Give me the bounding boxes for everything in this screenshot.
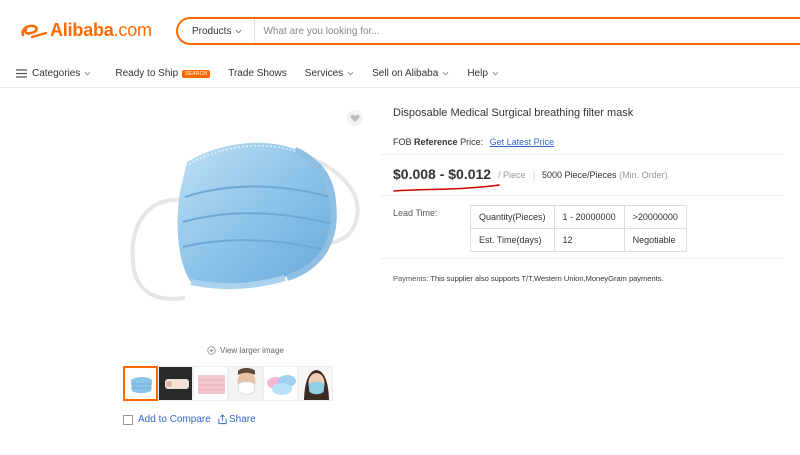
search-input[interactable] xyxy=(255,19,800,43)
nav-ready-to-ship-label: Ready to Ship xyxy=(115,68,179,79)
mask-roll-thumb xyxy=(159,367,192,400)
add-to-compare[interactable]: Add to Compare xyxy=(123,414,211,425)
payments-info: Payments: This supplier also supports T/… xyxy=(393,274,664,283)
compare-checkbox[interactable] xyxy=(123,414,133,425)
product-main-image[interactable] xyxy=(125,102,368,340)
compare-label: Add to Compare xyxy=(138,414,211,425)
fob-reference-price: FOB Reference Price: Get Latest Price xyxy=(393,137,555,147)
mask-pink-thumb xyxy=(194,367,227,400)
nav-ready-to-ship[interactable]: Ready to Ship SEARCH xyxy=(115,68,211,79)
search-category-label: Products xyxy=(192,25,232,37)
menu-icon xyxy=(16,69,27,78)
chevron-down-icon xyxy=(84,71,91,76)
get-latest-price-link[interactable]: Get Latest Price xyxy=(490,137,555,147)
chevron-down-icon xyxy=(492,71,499,76)
min-order: 5000 Piece/Pieces (Min. Order) xyxy=(542,170,668,180)
chevron-down-icon xyxy=(442,71,449,76)
chevron-down-icon xyxy=(236,29,242,33)
thumbnail-mask-on-woman[interactable] xyxy=(298,366,333,401)
view-larger-image-link[interactable]: View larger image xyxy=(207,346,284,355)
red-underline-annotation xyxy=(393,184,500,192)
price-separator: | xyxy=(533,170,536,180)
share-link[interactable]: Share xyxy=(217,414,256,425)
nav-services[interactable]: Services xyxy=(305,68,354,79)
nav-help[interactable]: Help xyxy=(467,68,499,79)
share-icon xyxy=(218,414,227,425)
nav-sell-label: Sell on Alibaba xyxy=(372,68,439,79)
nav-sell-on-alibaba[interactable]: Sell on Alibaba xyxy=(372,68,449,79)
payments-text: This supplier also supports T/T,Western … xyxy=(430,274,664,283)
table-row: Est. Time(days) 12 Negotiable xyxy=(470,228,687,252)
zoom-in-icon xyxy=(207,346,216,355)
mask-on-man-thumb xyxy=(229,367,262,400)
mask-pile-thumb xyxy=(264,367,297,400)
mask-on-woman-thumb xyxy=(299,367,332,400)
nav-trade-shows-label: Trade Shows xyxy=(228,68,287,79)
main-nav: Categories Ready to Ship SEARCH Trade Sh… xyxy=(0,60,800,88)
min-order-label: (Min. Order) xyxy=(619,170,668,180)
min-order-qty: 5000 Piece/Pieces xyxy=(542,170,617,180)
table-cell: >20000000 xyxy=(623,205,687,229)
nav-trade-shows[interactable]: Trade Shows xyxy=(228,68,287,79)
face-mask-image xyxy=(130,142,360,301)
favorite-heart-icon[interactable] xyxy=(347,110,363,126)
thumbnail-mask-blue[interactable] xyxy=(123,366,158,401)
thumbnail-strip xyxy=(123,366,333,401)
lead-time-label: Lead Time: xyxy=(393,208,438,218)
nav-help-label: Help xyxy=(467,68,488,79)
nav-services-label: Services xyxy=(304,68,344,79)
alibaba-logo[interactable]: Alibaba.com xyxy=(20,20,152,41)
share-label: Share xyxy=(229,414,256,425)
thumbnail-mask-pink[interactable] xyxy=(193,366,228,401)
table-cell: 12 xyxy=(553,228,625,252)
nav-categories[interactable]: Categories xyxy=(16,68,91,79)
thumbnail-mask-pile[interactable] xyxy=(263,366,298,401)
divider xyxy=(381,258,784,259)
chevron-down-icon xyxy=(347,71,354,76)
table-cell: 1 - 20000000 xyxy=(553,205,625,229)
view-larger-label: View larger image xyxy=(220,346,284,355)
lead-time-table: Quantity(Pieces) 1 - 20000000 >20000000 … xyxy=(470,205,687,252)
table-cell: Quantity(Pieces) xyxy=(470,205,555,229)
price-range: $0.008 - $0.012 xyxy=(393,166,492,182)
thumbnail-mask-roll[interactable] xyxy=(158,366,193,401)
logo-text: Alibaba.com xyxy=(50,20,152,40)
table-cell: Est. Time(days) xyxy=(470,228,555,252)
header: Alibaba.com Products xyxy=(0,0,800,60)
thumbnail-mask-on-man[interactable] xyxy=(228,366,263,401)
product-title: Disposable Medical Surgical breathing fi… xyxy=(393,107,634,119)
mask-blue-thumb xyxy=(125,368,156,399)
search-badge: SEARCH xyxy=(182,69,211,78)
alibaba-logo-icon xyxy=(21,24,48,38)
nav-categories-label: Categories xyxy=(32,68,81,79)
table-row: Quantity(Pieces) 1 - 20000000 >20000000 xyxy=(470,205,687,229)
payments-label: Payments: xyxy=(393,274,429,283)
price-unit: / Piece xyxy=(498,170,526,180)
search-bar: Products xyxy=(176,17,800,45)
search-category-dropdown[interactable]: Products xyxy=(178,19,256,43)
table-cell: Negotiable xyxy=(623,228,687,252)
